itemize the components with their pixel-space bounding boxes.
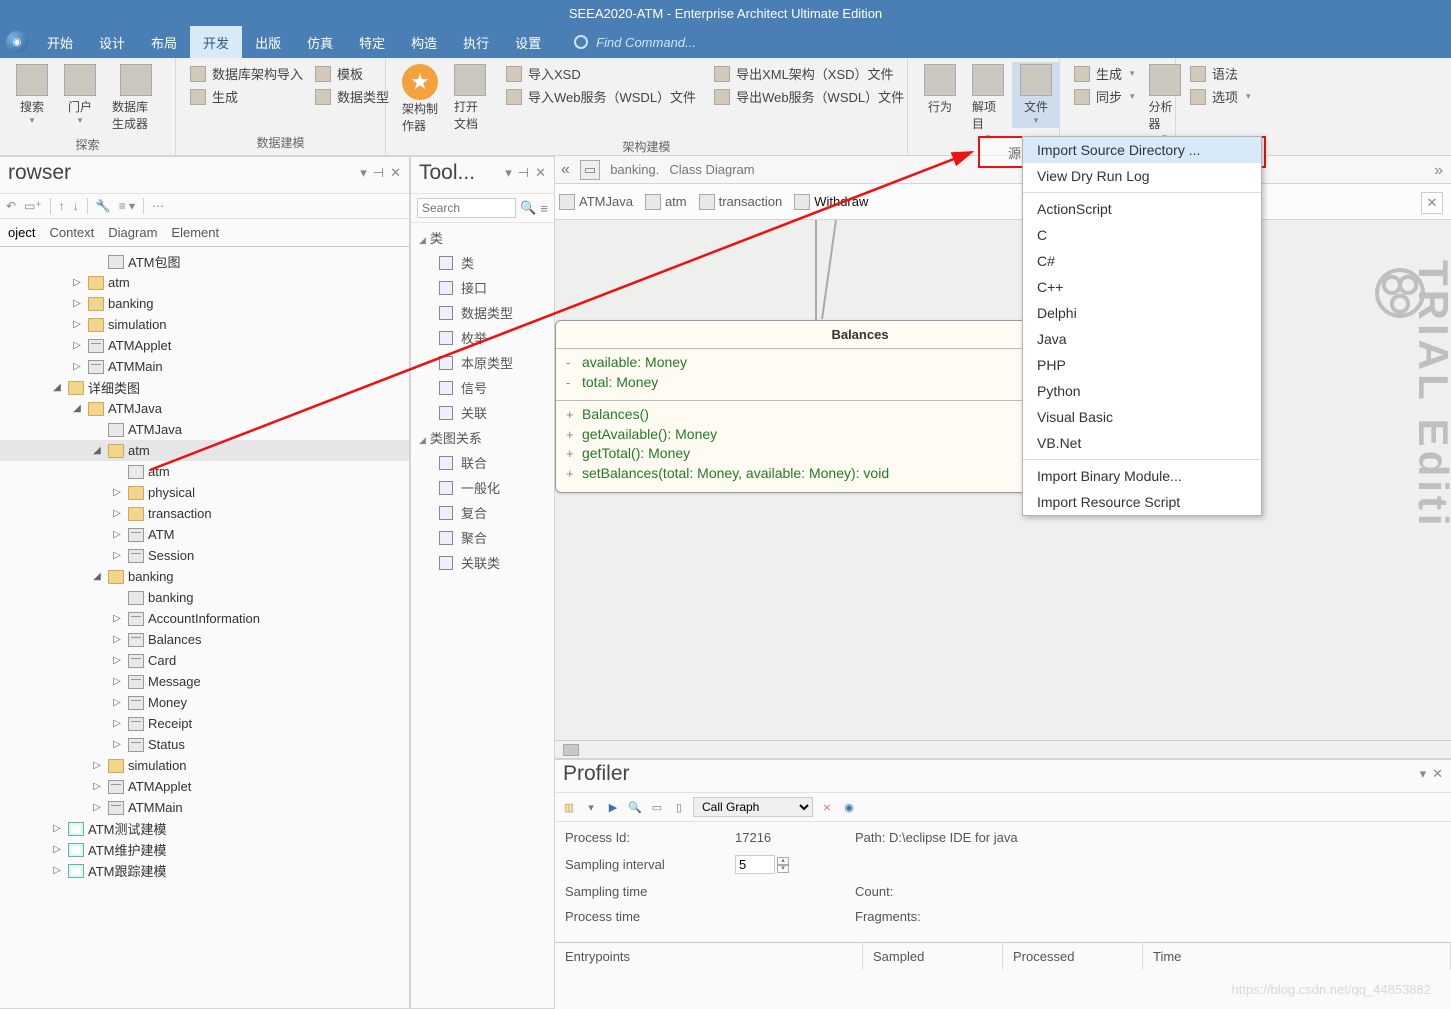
dd-actionscript[interactable]: ActionScript	[1023, 196, 1261, 222]
dd-import-resource[interactable]: Import Resource Script	[1023, 489, 1261, 515]
dd-python[interactable]: Python	[1023, 378, 1261, 404]
file-dropdown-menu: Import Source Directory ... View Dry Run…	[1022, 136, 1262, 516]
dd-php[interactable]: PHP	[1023, 352, 1261, 378]
dd-import-binary[interactable]: Import Binary Module...	[1023, 463, 1261, 489]
dd-cpp[interactable]: C++	[1023, 274, 1261, 300]
dd-vb[interactable]: Visual Basic	[1023, 404, 1261, 430]
dd-csharp[interactable]: C#	[1023, 248, 1261, 274]
dd-import-source-dir[interactable]: Import Source Directory ...	[1023, 137, 1261, 163]
dd-c[interactable]: C	[1023, 222, 1261, 248]
dd-vbnet[interactable]: VB.Net	[1023, 430, 1261, 456]
dd-java[interactable]: Java	[1023, 326, 1261, 352]
dd-view-dry-run[interactable]: View Dry Run Log	[1023, 163, 1261, 189]
dd-delphi[interactable]: Delphi	[1023, 300, 1261, 326]
